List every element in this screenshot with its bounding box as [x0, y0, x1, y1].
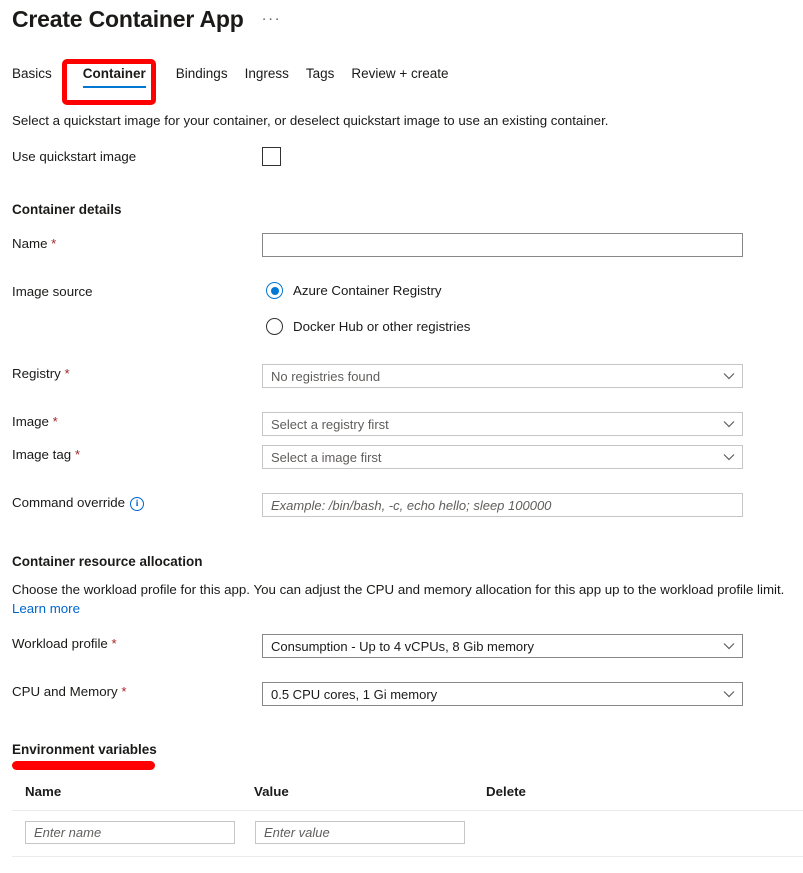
- tab-basics[interactable]: Basics: [12, 66, 69, 88]
- required-asterisk: *: [108, 636, 117, 651]
- required-asterisk: *: [61, 366, 70, 381]
- tab-bar: Basics Container Bindings Ingress Tags R…: [12, 66, 466, 88]
- learn-more-link[interactable]: Learn more: [12, 601, 80, 616]
- image-tag-dropdown[interactable]: Select a image first: [262, 445, 743, 469]
- tab-review-create[interactable]: Review + create: [351, 66, 465, 88]
- chevron-down-icon: [723, 642, 735, 650]
- resource-allocation-description: Choose the workload profile for this app…: [12, 580, 803, 618]
- env-var-name-input[interactable]: Enter name: [25, 821, 235, 844]
- cpu-memory-label: CPU and Memory *: [12, 684, 127, 699]
- chevron-down-icon: [723, 420, 735, 428]
- radio-selected-icon: [266, 282, 283, 299]
- image-tag-label: Image tag *: [12, 447, 80, 462]
- column-header-name: Name: [25, 784, 61, 799]
- registry-label: Registry *: [12, 366, 70, 381]
- table-divider: [12, 856, 803, 857]
- info-icon[interactable]: i: [130, 497, 144, 511]
- title-row: Create Container App ···: [12, 6, 281, 33]
- image-source-option-dockerhub-label: Docker Hub or other registries: [293, 319, 470, 334]
- name-input[interactable]: [262, 233, 743, 257]
- registry-dropdown[interactable]: No registries found: [262, 364, 743, 388]
- image-tag-dropdown-value: Select a image first: [271, 450, 382, 465]
- page-title: Create Container App: [12, 6, 244, 33]
- cpu-memory-label-text: CPU and Memory: [12, 684, 118, 699]
- env-var-value-input[interactable]: Enter value: [255, 821, 465, 844]
- name-label: Name *: [12, 236, 56, 251]
- env-var-name-placeholder: Enter name: [34, 825, 101, 840]
- required-asterisk: *: [71, 447, 80, 462]
- env-var-value-placeholder: Enter value: [264, 825, 330, 840]
- workload-profile-dropdown[interactable]: Consumption - Up to 4 vCPUs, 8 Gib memor…: [262, 634, 743, 658]
- workload-profile-label: Workload profile *: [12, 636, 117, 651]
- chevron-down-icon: [723, 690, 735, 698]
- tab-tags[interactable]: Tags: [306, 66, 352, 88]
- image-label-text: Image: [12, 414, 49, 429]
- cpu-memory-dropdown[interactable]: 0.5 CPU cores, 1 Gi memory: [262, 682, 743, 706]
- container-details-heading: Container details: [12, 202, 122, 217]
- use-quickstart-image-label: Use quickstart image: [12, 149, 136, 164]
- image-source-option-dockerhub[interactable]: Docker Hub or other registries: [266, 318, 470, 335]
- image-tag-label-text: Image tag: [12, 447, 71, 462]
- use-quickstart-image-checkbox[interactable]: [262, 147, 281, 166]
- overflow-menu-icon[interactable]: ···: [262, 10, 282, 27]
- table-divider: [12, 810, 803, 811]
- tab-ingress[interactable]: Ingress: [245, 66, 306, 88]
- command-override-input[interactable]: Example: /bin/bash, -c, echo hello; slee…: [262, 493, 743, 517]
- registry-label-text: Registry: [12, 366, 61, 381]
- quickstart-description: Select a quickstart image for your conta…: [12, 111, 712, 130]
- resource-allocation-description-text: Choose the workload profile for this app…: [12, 582, 784, 597]
- command-override-placeholder: Example: /bin/bash, -c, echo hello; slee…: [271, 498, 551, 513]
- annotation-underline-environment-variables: [12, 761, 155, 770]
- tab-container[interactable]: Container: [69, 66, 176, 88]
- name-label-text: Name: [12, 236, 47, 251]
- image-source-label: Image source: [12, 284, 93, 299]
- image-dropdown[interactable]: Select a registry first: [262, 412, 743, 436]
- resource-allocation-heading: Container resource allocation: [12, 554, 203, 569]
- image-label: Image *: [12, 414, 58, 429]
- workload-profile-label-text: Workload profile: [12, 636, 108, 651]
- image-source-option-acr[interactable]: Azure Container Registry: [266, 282, 442, 299]
- required-asterisk: *: [47, 236, 56, 251]
- cpu-memory-dropdown-value: 0.5 CPU cores, 1 Gi memory: [271, 687, 437, 702]
- tab-bindings[interactable]: Bindings: [176, 66, 245, 88]
- command-override-label: Command override i: [12, 495, 144, 511]
- image-dropdown-value: Select a registry first: [271, 417, 389, 432]
- chevron-down-icon: [723, 372, 735, 380]
- create-container-app-page: Create Container App ··· Basics Containe…: [0, 0, 803, 873]
- registry-dropdown-value: No registries found: [271, 369, 380, 384]
- radio-unselected-icon: [266, 318, 283, 335]
- chevron-down-icon: [723, 453, 735, 461]
- workload-profile-dropdown-value: Consumption - Up to 4 vCPUs, 8 Gib memor…: [271, 639, 534, 654]
- column-header-delete: Delete: [486, 784, 526, 799]
- image-source-option-acr-label: Azure Container Registry: [293, 283, 442, 298]
- environment-variables-heading: Environment variables: [12, 742, 157, 757]
- column-header-value: Value: [254, 784, 289, 799]
- required-asterisk: *: [49, 414, 58, 429]
- required-asterisk: *: [118, 684, 127, 699]
- command-override-label-text: Command override: [12, 495, 125, 510]
